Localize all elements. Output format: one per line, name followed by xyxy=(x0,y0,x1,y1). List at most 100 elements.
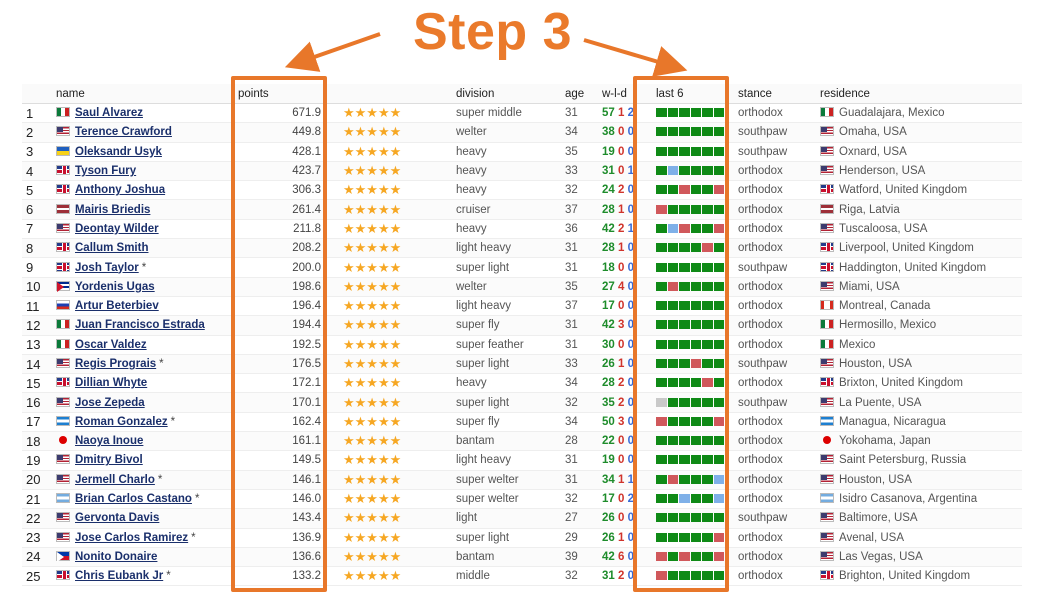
division-cell: super welter xyxy=(456,489,565,510)
stance-cell: orthodox xyxy=(738,489,820,510)
name-cell: Jose Zepeda xyxy=(56,392,238,413)
table-row: 7 Deontay Wilder 211.8 ★★★★★ heavy 36 42 2 1 or… xyxy=(22,219,1022,240)
boxer-name-link[interactable]: Saul Alvarez xyxy=(75,107,143,119)
boxer-name-link[interactable]: Dillian Whyte xyxy=(75,377,147,389)
table-row: 12 Juan Francisco Estrada 194.4 ★★★★★ super … xyxy=(22,315,1022,336)
residence-text: Oxnard, USA xyxy=(839,145,907,158)
champion-mark: * xyxy=(159,358,164,370)
rank-cell: 25 xyxy=(22,566,56,587)
division-cell: heavy xyxy=(456,161,565,182)
residence-text: Avenal, USA xyxy=(839,531,904,544)
boxer-name-link[interactable]: Mairis Briedis xyxy=(75,204,150,216)
points-column-highlight xyxy=(231,76,327,592)
flag-us-icon xyxy=(820,454,834,465)
wins: 34 xyxy=(602,473,615,486)
boxer-name-link[interactable]: Chris Eubank Jr xyxy=(75,570,163,582)
rank-cell: 24 xyxy=(22,547,56,568)
table-row: 1 Saul Alvarez 671.9 ★★★★★ super middle 31 57 … xyxy=(22,103,1022,124)
star-rating-icon: ★★★★★ xyxy=(333,161,456,182)
division-cell: super light xyxy=(456,257,565,278)
boxer-name-link[interactable]: Brian Carlos Castano xyxy=(75,493,192,505)
stance-cell: orthodox xyxy=(738,238,820,259)
table-row: 9 Josh Taylor * 200.0 ★★★★★ super light 31 18 0… xyxy=(22,257,1022,278)
col-header-residence[interactable]: residence xyxy=(820,84,1022,104)
residence-cell: Mexico xyxy=(820,335,1022,355)
table-row: 8 Callum Smith 208.2 ★★★★★ light heavy 31 28 1… xyxy=(22,238,1022,259)
table-row: 20 Jermell Charlo * 146.1 ★★★★★ super welter 3… xyxy=(22,470,1022,490)
wins: 50 xyxy=(602,415,615,428)
age-cell: 37 xyxy=(565,199,602,220)
flag-ca-icon xyxy=(820,300,834,311)
boxer-name-link[interactable]: Jose Zepeda xyxy=(75,397,145,409)
boxer-name-link[interactable]: Terence Crawford xyxy=(75,126,172,138)
col-header-division[interactable]: division xyxy=(456,84,565,104)
table-row: 13 Oscar Valdez 192.5 ★★★★★ super feather 31 3… xyxy=(22,335,1022,355)
table-row: 23 Jose Carlos Ramirez * 136.9 ★★★★★ super li… xyxy=(22,528,1022,548)
residence-text: Montreal, Canada xyxy=(839,300,931,313)
stance-cell: orthodox xyxy=(738,296,820,317)
residence-cell: Watford, United Kingdom xyxy=(820,180,1022,201)
star-rating-icon: ★★★★★ xyxy=(333,296,456,317)
flag-lv-icon xyxy=(56,203,70,214)
boxer-name-link[interactable]: Gervonta Davis xyxy=(75,512,159,524)
residence-text: Guadalajara, Mexico xyxy=(839,107,945,120)
division-cell: cruiser xyxy=(456,199,565,220)
age-cell: 35 xyxy=(565,277,602,297)
champion-mark: * xyxy=(141,261,147,274)
boxer-name-link[interactable]: Anthony Joshua xyxy=(75,184,165,196)
rank-cell: 13 xyxy=(22,335,56,355)
losses: 0 xyxy=(618,300,625,313)
residence-cell: Las Vegas, USA xyxy=(820,547,1022,568)
residence-cell: Baltimore, USA xyxy=(820,508,1022,529)
star-rating-icon: ★★★★★ xyxy=(333,508,456,529)
boxer-name-link[interactable]: Callum Smith xyxy=(75,242,148,254)
name-cell: Yordenis Ugas xyxy=(56,277,238,297)
residence-text: Las Vegas, USA xyxy=(839,550,923,563)
boxer-name-link[interactable]: Naoya Inoue xyxy=(75,435,143,447)
boxer-name-link[interactable]: Dmitry Bivol xyxy=(75,454,143,466)
boxer-name-link[interactable]: Juan Francisco Estrada xyxy=(75,319,205,331)
flag-gb-icon xyxy=(820,570,834,581)
boxer-name-link[interactable]: Oscar Valdez xyxy=(75,339,147,351)
table-row: 14 Regis Prograis * 176.5 ★★★★★ super light 33… xyxy=(22,354,1022,375)
boxer-name-link[interactable]: Tyson Fury xyxy=(75,165,136,177)
boxer-name-link[interactable]: Jermell Charlo xyxy=(75,474,155,486)
age-cell: 37 xyxy=(565,296,602,317)
age-cell: 31 xyxy=(565,238,602,259)
division-cell: super light xyxy=(456,354,565,375)
boxer-name-link[interactable]: Roman Gonzalez xyxy=(75,416,168,428)
boxer-name-link[interactable]: Artur Beterbiev xyxy=(75,300,159,312)
division-cell: heavy xyxy=(456,219,565,240)
flag-gb-icon xyxy=(56,184,70,195)
stance-cell: orthodox xyxy=(738,373,820,394)
boxer-name-link[interactable]: Nonito Donaire xyxy=(75,551,157,563)
star-rating-icon: ★★★★★ xyxy=(333,142,456,162)
rank-cell: 9 xyxy=(22,257,56,278)
boxer-name-link[interactable]: Regis Prograis xyxy=(75,358,156,370)
boxer-name-link[interactable]: Josh Taylor xyxy=(75,262,139,274)
col-header-stance[interactable]: stance xyxy=(738,84,820,104)
col-header-age[interactable]: age xyxy=(565,84,602,104)
boxer-name-link[interactable]: Yordenis Ugas xyxy=(75,281,155,293)
losses: 1 xyxy=(618,107,625,120)
losses: 0 xyxy=(618,454,625,467)
losses: 0 xyxy=(618,145,625,158)
residence-cell: Hermosillo, Mexico xyxy=(820,315,1022,336)
residence-text: Saint Petersburg, Russia xyxy=(839,454,967,467)
boxer-name-link[interactable]: Oleksandr Usyk xyxy=(75,146,162,158)
boxer-name-link[interactable]: Jose Carlos Ramirez xyxy=(75,532,188,544)
col-header-name[interactable]: name xyxy=(56,84,238,104)
table-row: 3 Oleksandr Usyk 428.1 ★★★★★ heavy 35 19 0 0 so… xyxy=(22,142,1022,162)
stance-cell: orthodox xyxy=(738,335,820,355)
residence-cell: Avenal, USA xyxy=(820,528,1022,548)
boxer-name-link[interactable]: Deontay Wilder xyxy=(75,223,159,235)
rank-cell: 20 xyxy=(22,470,56,490)
flag-gb-icon xyxy=(820,377,834,388)
flag-gb-icon xyxy=(56,261,70,272)
star-rating-icon: ★★★★★ xyxy=(333,373,456,394)
losses: 1 xyxy=(618,203,625,216)
flag-us-icon xyxy=(56,454,70,465)
losses: 2 xyxy=(618,396,625,409)
name-cell: Oleksandr Usyk xyxy=(56,142,238,162)
name-cell: Regis Prograis * xyxy=(56,354,238,375)
